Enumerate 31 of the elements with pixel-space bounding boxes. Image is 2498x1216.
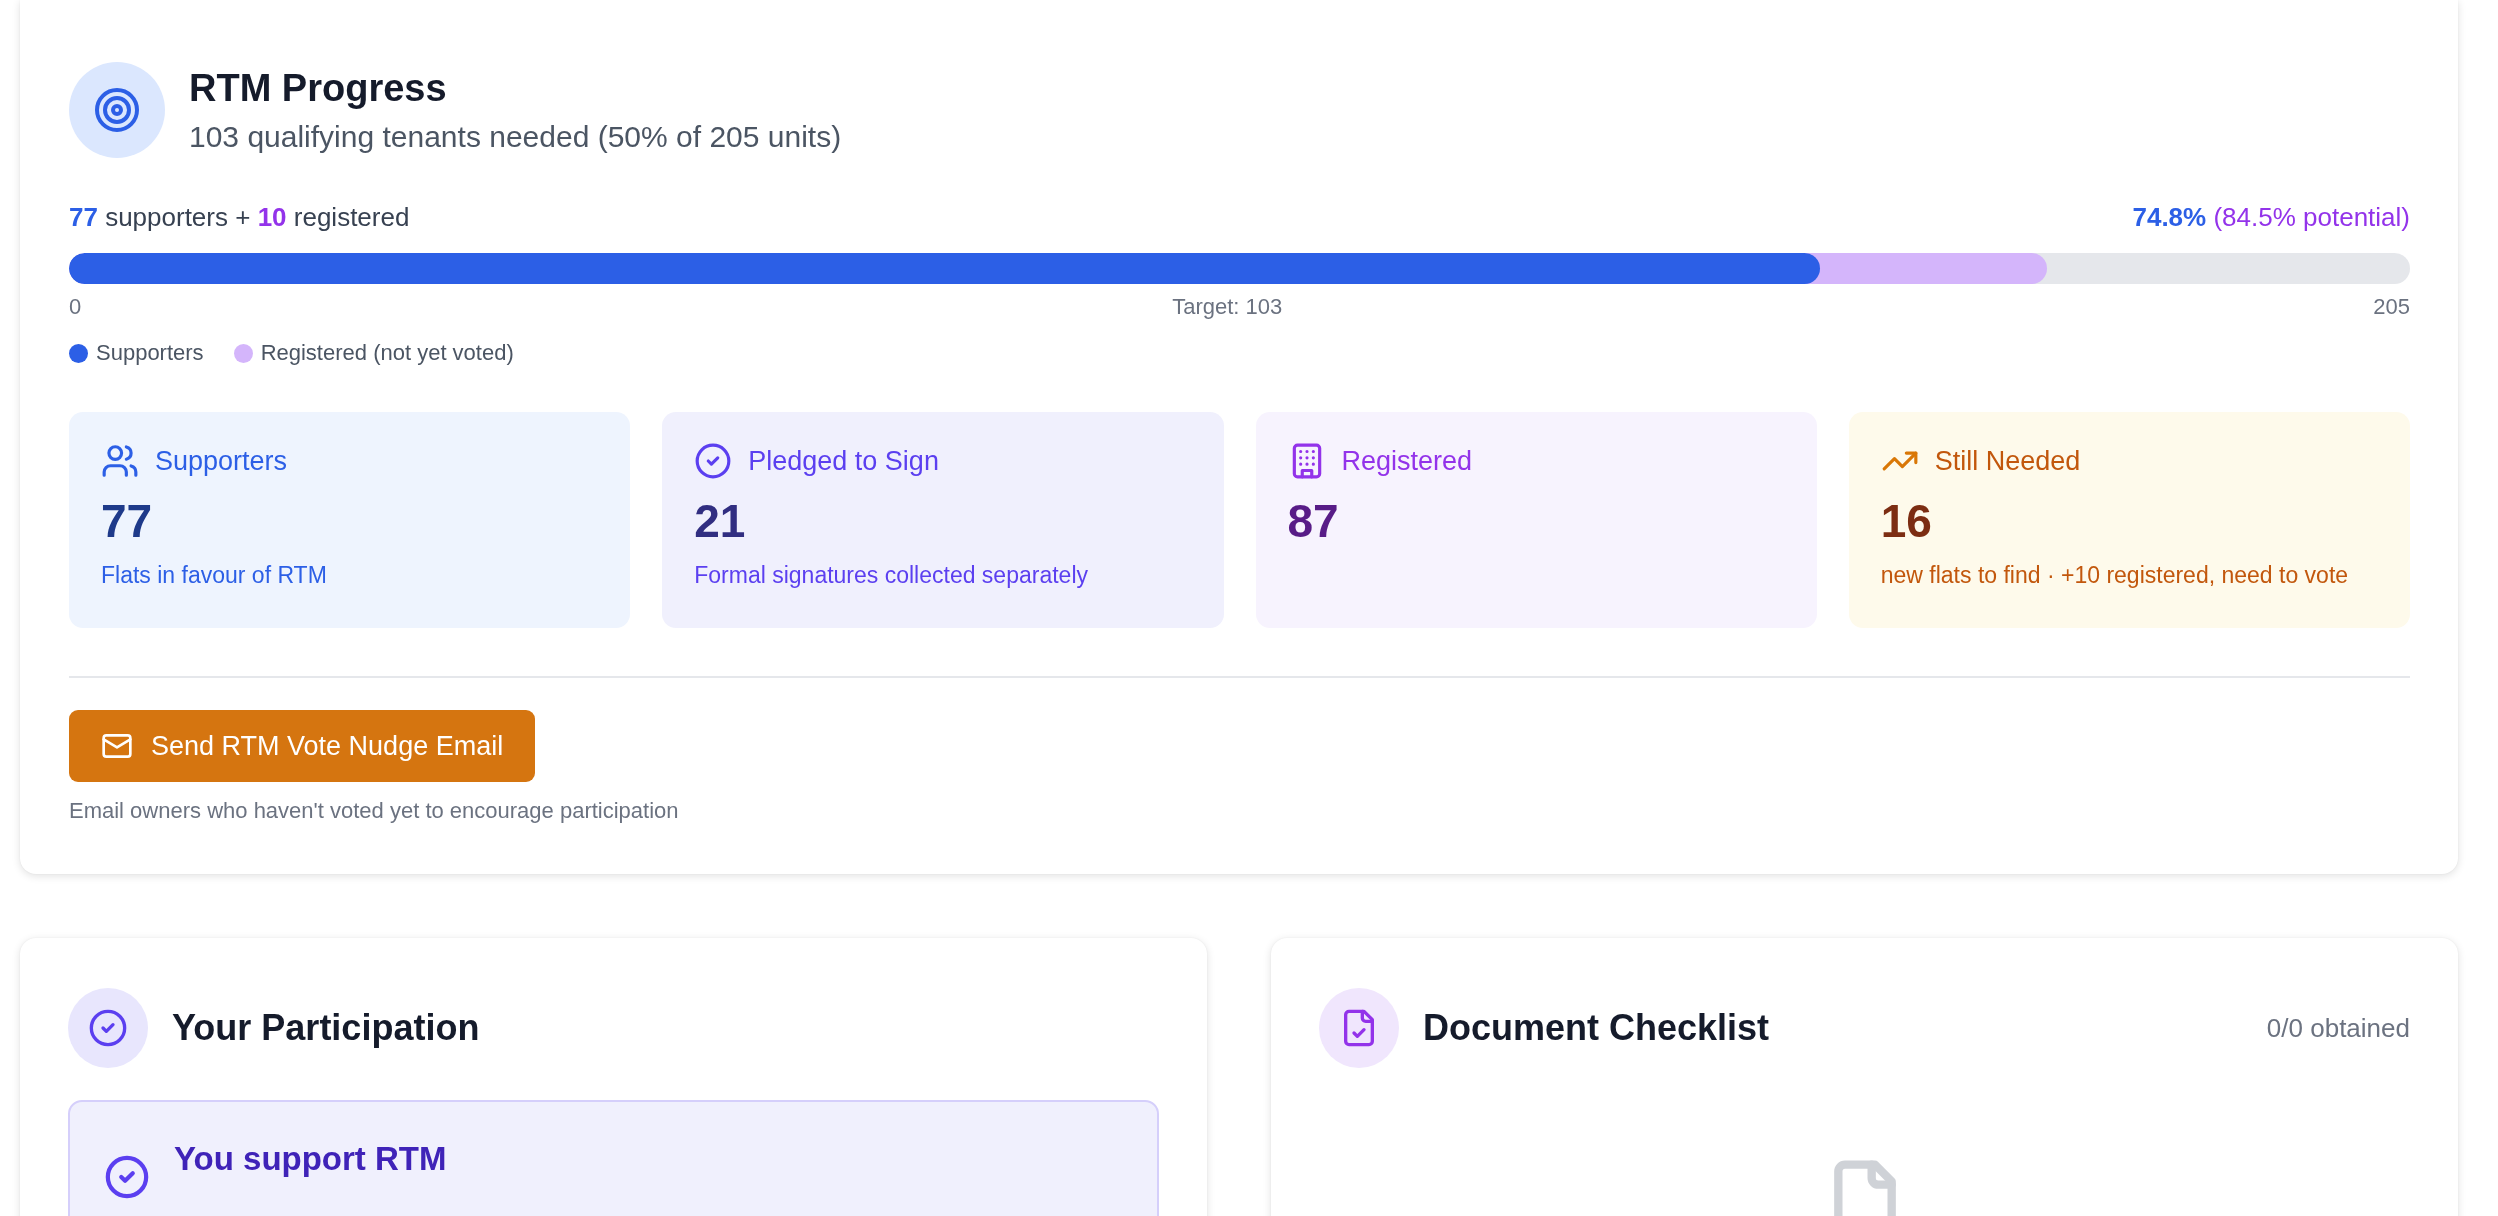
stat-value: 16: [1880, 494, 1933, 548]
stat-note: Flats in favour of RTM: [101, 562, 328, 589]
status-title: You support RTM: [174, 1140, 447, 1179]
card-title: RTM Progress: [189, 66, 448, 110]
progress-percent: 74.8% (84.5% potential): [2132, 202, 2410, 233]
stat-title: Still Needed: [1934, 445, 2081, 477]
users-icon: [101, 442, 139, 480]
section-title: Your Participation: [172, 1007, 481, 1049]
stat-note: new flats to find · +10 registered, need to vote: [1880, 562, 2350, 589]
stat-value: 77: [101, 494, 154, 548]
stat-value: 87: [1287, 494, 1340, 548]
progress-counts: 77 supporters + 10 registered: [69, 202, 410, 233]
legend-label: Supporters: [96, 340, 204, 366]
check-circle-icon: [694, 442, 733, 480]
check-circle-icon: [104, 1154, 150, 1200]
tick-label: Target: 103: [1172, 294, 1283, 320]
tick-label: 0: [69, 294, 82, 320]
stat-note: Formal signatures collected separately: [694, 562, 1089, 589]
stat-title: Registered: [1341, 445, 1473, 477]
tick-label: 205: [2373, 294, 2410, 320]
stat-title: Supporters: [155, 445, 288, 477]
card-subtitle: 103 qualifying tenants needed (50% of 205 units): [189, 119, 842, 154]
section-title: Document Checklist: [1423, 1007, 1771, 1049]
check-circle-icon: [88, 1008, 128, 1048]
button-note: Email owners who haven't voted yet to encourage participation: [69, 798, 680, 824]
stat-value: 21: [694, 494, 747, 548]
target-icon: [93, 86, 141, 134]
obtained-count: 0/0 obtained: [2266, 1012, 2410, 1044]
nudge-email-button[interactable]: Send RTM Vote Nudge Email: [69, 710, 536, 782]
legend-label: Registered (not yet voted): [260, 340, 514, 366]
stat-title: Pledged to Sign: [748, 445, 939, 477]
